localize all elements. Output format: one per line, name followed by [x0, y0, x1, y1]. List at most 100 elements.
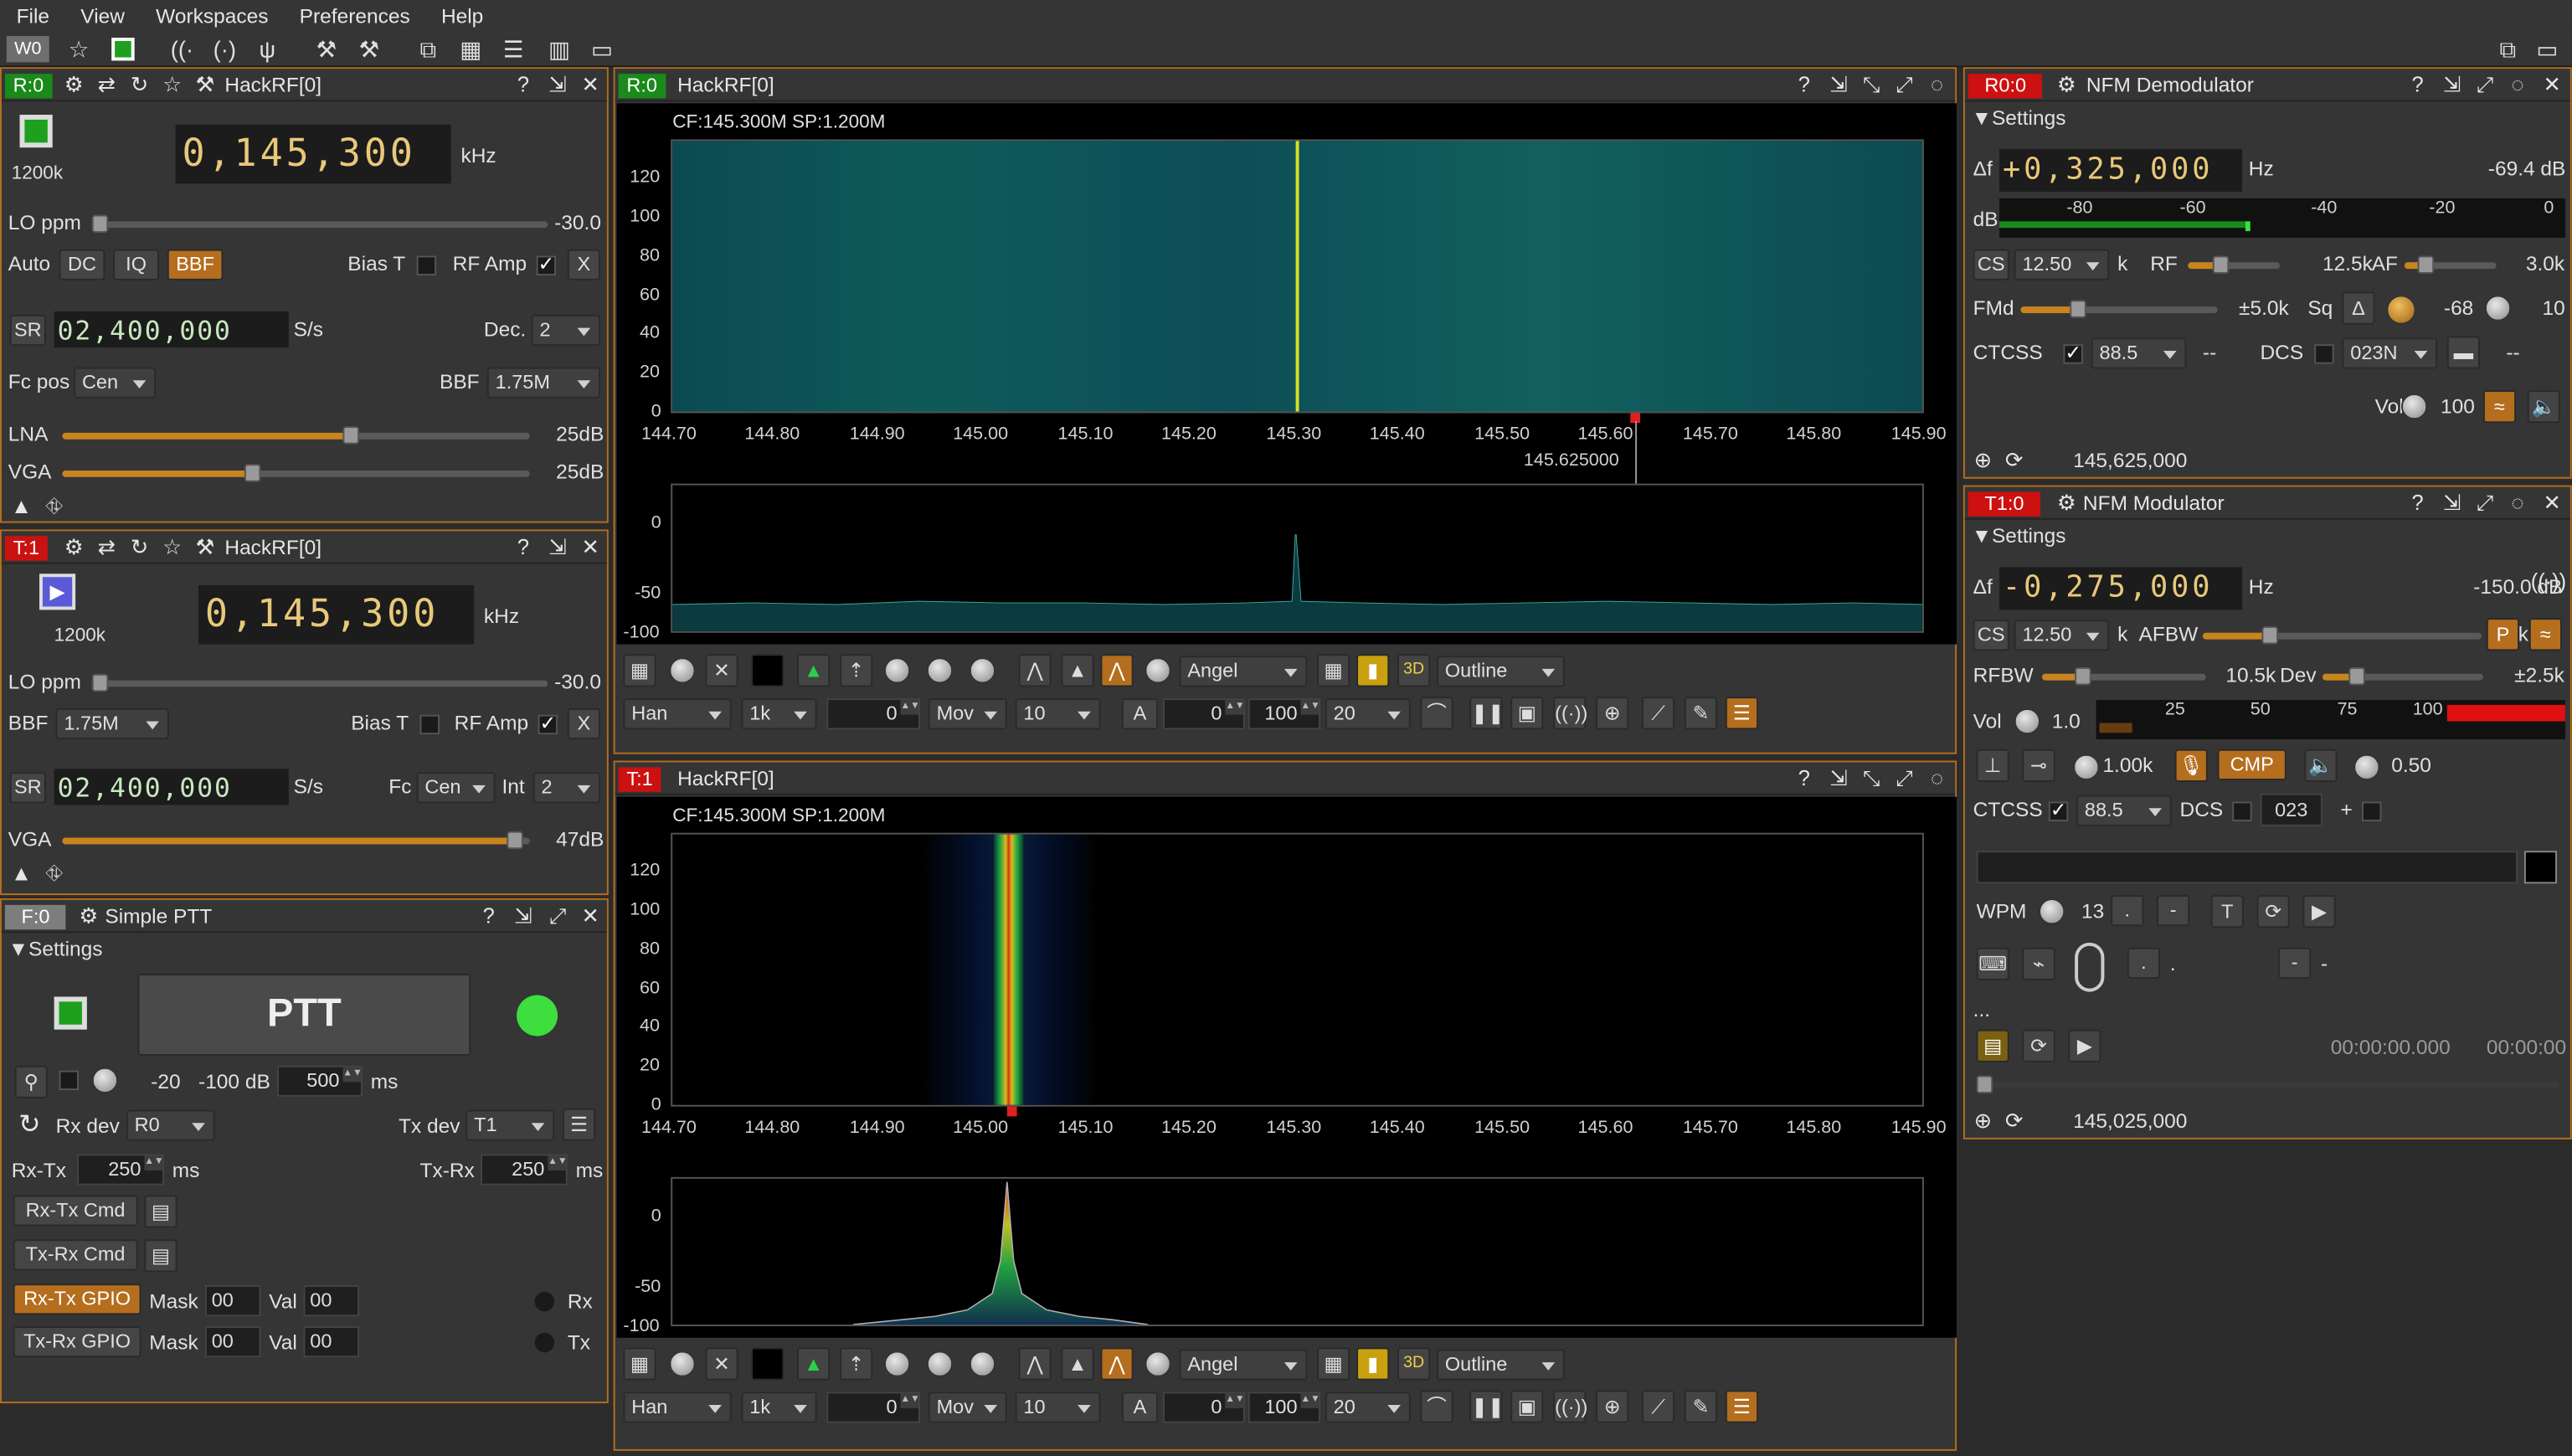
- rx-fcpos-select[interactable]: Cen: [74, 367, 157, 399]
- vox-delay-spin[interactable]: 500: [277, 1065, 363, 1097]
- mod-dcs-code[interactable]: 023: [2260, 793, 2323, 826]
- tone-icon[interactable]: ⊸: [2022, 749, 2055, 782]
- rx-iq-button[interactable]: IQ: [113, 249, 160, 280]
- fps-select[interactable]: 20: [1325, 1392, 1411, 1423]
- rx-start-button[interactable]: [19, 115, 53, 148]
- mod-dcs-positive-checkbox[interactable]: [2361, 801, 2382, 821]
- device-icon[interactable]: ⚒: [192, 72, 218, 98]
- decay-divisor-dial[interactable]: [926, 657, 954, 684]
- keyer-dot-button[interactable]: .: [2127, 947, 2161, 979]
- fft-size-select[interactable]: 1k: [741, 1392, 817, 1423]
- loop-file-icon[interactable]: ⟳: [2022, 1029, 2055, 1062]
- tx-channel-marker[interactable]: [1006, 1106, 1017, 1117]
- decay-dial[interactable]: [883, 1351, 911, 1377]
- microphone-icon[interactable]: 🎙: [2174, 749, 2208, 782]
- range-spin[interactable]: 100: [1247, 698, 1320, 730]
- close-icon[interactable]: ✕: [578, 903, 604, 929]
- morse-text-input[interactable]: [1976, 851, 2518, 884]
- loop-icon[interactable]: ⟳: [2256, 895, 2290, 929]
- hide-icon[interactable]: ◌: [2504, 490, 2530, 516]
- fft-size-select[interactable]: 1k: [741, 698, 817, 730]
- fill-icon[interactable]: ▲: [797, 1347, 831, 1381]
- marker-icon[interactable]: ✎: [1684, 1390, 1718, 1423]
- grid-intensity-dial[interactable]: [669, 1351, 696, 1377]
- settings-menu-icon[interactable]: ☰: [1725, 697, 1759, 730]
- gear-icon[interactable]: ⚙: [60, 534, 86, 560]
- fft-overlap-spin[interactable]: 0: [826, 1392, 920, 1423]
- popout-icon[interactable]: ⇲: [1825, 72, 1851, 98]
- add-tx-icon[interactable]: (·): [210, 34, 239, 64]
- crosshair-icon[interactable]: ⊕: [1596, 697, 1629, 730]
- gear-icon[interactable]: ⚙: [75, 903, 101, 929]
- popout-icon[interactable]: ⇲: [510, 903, 536, 929]
- fft-overlap-spin[interactable]: 0: [826, 698, 920, 730]
- popout-icon[interactable]: ⇲: [544, 72, 570, 98]
- hide-icon[interactable]: ◌: [2504, 72, 2530, 98]
- popout-icon[interactable]: ⇲: [1825, 765, 1851, 791]
- cascade-icon[interactable]: ⧉: [414, 34, 443, 64]
- rx-device-tag[interactable]: R:0: [4, 74, 53, 99]
- mod-channel-spacing[interactable]: 12.50: [2014, 620, 2110, 651]
- save-icon[interactable]: ▣: [1510, 697, 1544, 730]
- averaging-mode-select[interactable]: Mov: [928, 1392, 1007, 1423]
- pause-icon[interactable]: ❚❚: [1469, 1390, 1505, 1423]
- mute-speaker-icon[interactable]: 🔈: [2304, 749, 2338, 782]
- rx-dc-button[interactable]: DC: [59, 249, 105, 280]
- palette-select[interactable]: Angel: [1179, 656, 1308, 687]
- feature-remove-icon[interactable]: ⚒: [354, 34, 383, 64]
- demod-channel-spacing[interactable]: 12.50: [2014, 249, 2110, 280]
- preset-star-icon[interactable]: ☆: [159, 534, 185, 560]
- trace-outline-icon[interactable]: ⋀: [1018, 1347, 1052, 1381]
- compressor-button[interactable]: CMP: [2217, 749, 2287, 781]
- folder-icon[interactable]: ▤: [144, 1195, 177, 1228]
- dash-button[interactable]: -: [2157, 895, 2190, 927]
- ptt-settings-header[interactable]: ▼Settings: [8, 938, 103, 960]
- grid-intensity-dial[interactable]: [669, 657, 696, 684]
- file-position-slider[interactable]: [1976, 1075, 2559, 1093]
- squelch-dial[interactable]: [2386, 295, 2416, 325]
- mask-input-2[interactable]: 00: [204, 1326, 261, 1358]
- tx-sample-rate[interactable]: 02,400,000: [54, 769, 289, 805]
- demod-settings-header[interactable]: ▼Settings: [1972, 106, 2066, 129]
- preemphasis-button[interactable]: P: [2486, 618, 2520, 651]
- rx-center-freq[interactable]: 0,145,300: [175, 124, 451, 184]
- menu-preferences[interactable]: Preferences: [283, 4, 424, 27]
- rx-tx-cmd-button[interactable]: Rx-Tx Cmd: [13, 1195, 138, 1227]
- trace-outline-icon[interactable]: ⋀: [1018, 654, 1052, 687]
- measure-icon[interactable]: ⟋: [1641, 1390, 1675, 1423]
- workspace-tag[interactable]: W0: [6, 36, 49, 63]
- linear-scale-icon[interactable]: ⌒: [1420, 697, 1453, 730]
- mod-freq-offset[interactable]: -0,275,000: [1999, 567, 2242, 610]
- maximize-icon[interactable]: ⤢: [2472, 72, 2497, 98]
- tx-waterfall[interactable]: [671, 832, 1924, 1107]
- rx-lo-ppm-slider[interactable]: [91, 214, 548, 234]
- palette-select[interactable]: Angel: [1179, 1349, 1308, 1381]
- mouse-icon[interactable]: [2075, 942, 2105, 992]
- menu-file[interactable]: File: [0, 4, 64, 27]
- max-hold-icon[interactable]: ⇡: [840, 654, 873, 687]
- crosshair-icon[interactable]: ⊕: [1596, 1390, 1629, 1423]
- tx-rx-cmd-button[interactable]: Tx-Rx Cmd: [13, 1239, 138, 1271]
- vox-checkbox[interactable]: [59, 1070, 80, 1091]
- ptt-button[interactable]: PTT: [137, 974, 471, 1056]
- save-icon[interactable]: ▣: [1510, 1390, 1544, 1423]
- tx-vga-slider[interactable]: [62, 831, 530, 850]
- rx-bbf-select[interactable]: 1.75M: [486, 367, 600, 399]
- restore-icon[interactable]: ⧉: [2493, 34, 2523, 64]
- tile-icon[interactable]: ▦: [456, 34, 486, 64]
- shrink-icon[interactable]: ⤡: [1859, 72, 1885, 98]
- tx-center-freq[interactable]: 0,145,300: [198, 585, 475, 645]
- preset-star-icon[interactable]: ☆: [159, 72, 185, 98]
- refresh-icon[interactable]: ↻: [17, 1113, 43, 1139]
- star-icon[interactable]: ☆: [64, 34, 93, 64]
- tx-lo-ppm-slider[interactable]: [91, 673, 548, 692]
- hide-icon[interactable]: ◌: [1924, 72, 1950, 98]
- pause-icon[interactable]: ❚❚: [1469, 697, 1505, 730]
- feature-icon[interactable]: ⚒: [311, 34, 341, 64]
- help-icon[interactable]: ?: [510, 72, 536, 98]
- settings-menu-icon[interactable]: ☰: [1725, 1390, 1759, 1423]
- device-icon[interactable]: ⚒: [192, 534, 218, 560]
- auto-scale-button[interactable]: A: [1121, 698, 1159, 730]
- demod-ctcss-checkbox[interactable]: [2063, 341, 2083, 364]
- nfm-demod-tag[interactable]: R0:0: [1968, 74, 2043, 99]
